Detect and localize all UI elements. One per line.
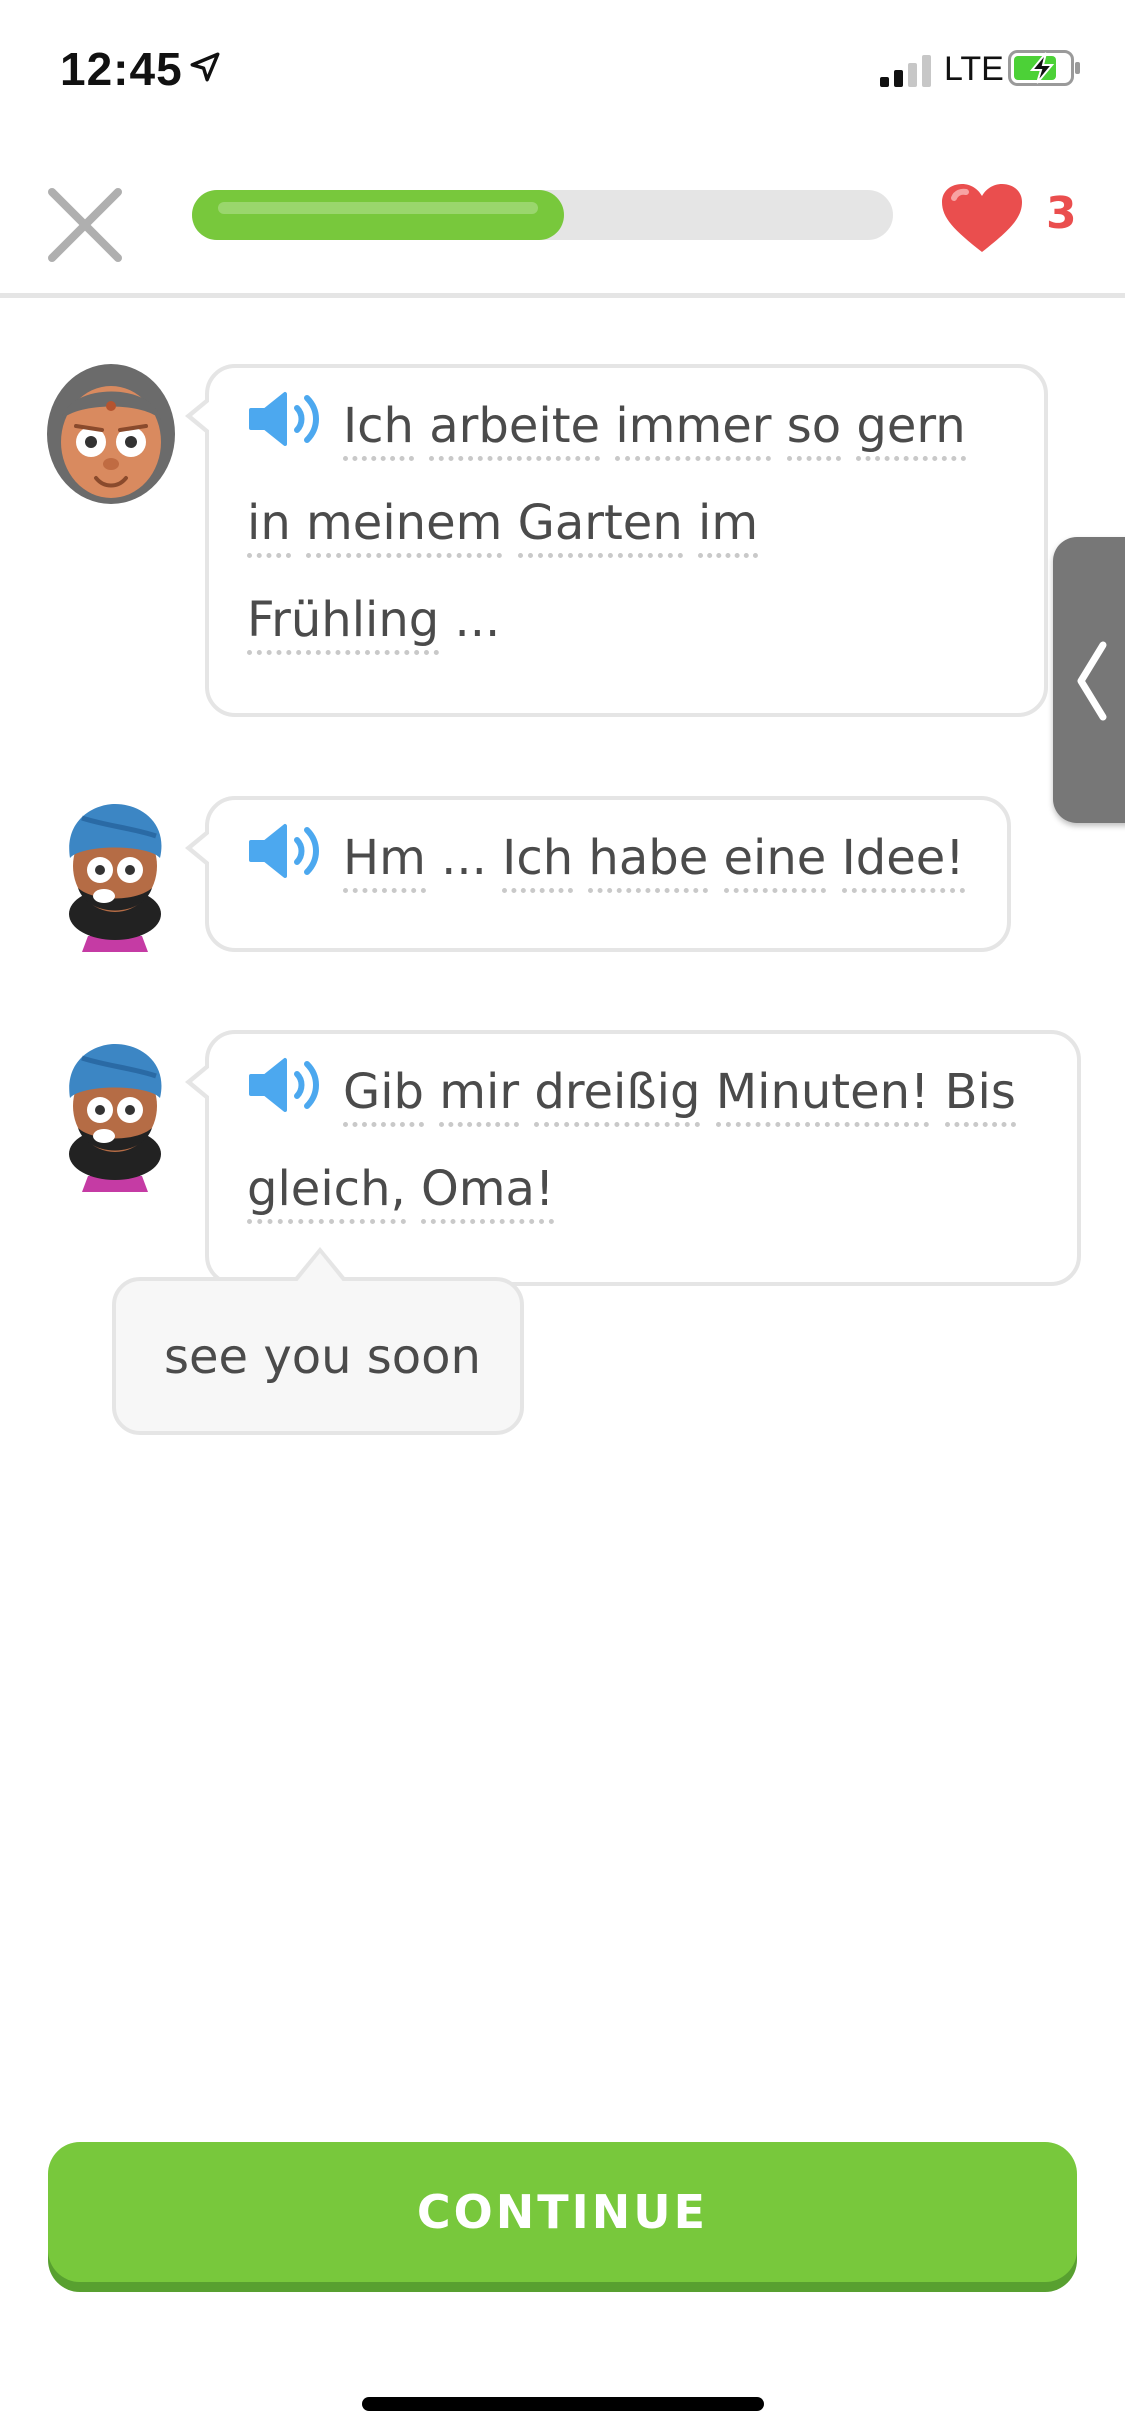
word-token[interactable]: Ich bbox=[502, 830, 574, 893]
progress-fill bbox=[192, 190, 564, 240]
speaker-icon[interactable] bbox=[247, 1056, 323, 1114]
word-token[interactable]: Idee! bbox=[841, 830, 965, 893]
grandma-avatar bbox=[47, 364, 175, 504]
signal-icon bbox=[880, 55, 931, 87]
lesson-header: 3 bbox=[0, 150, 1125, 295]
close-icon[interactable] bbox=[40, 180, 130, 270]
message-text: Hm ... Ich habe eine Idee! bbox=[247, 810, 971, 907]
word-token[interactable]: gleich, bbox=[247, 1161, 406, 1224]
tooltip-arrow-inner bbox=[295, 1253, 345, 1284]
speaker-icon[interactable] bbox=[247, 390, 323, 448]
word-token[interactable]: Garten bbox=[517, 495, 683, 558]
message-bubble: Hm ... Ich habe eine Idee! bbox=[185, 796, 1011, 952]
tooltip-text: see you soon bbox=[164, 1329, 481, 1385]
hearts-count: 3 bbox=[1046, 188, 1077, 239]
word-token[interactable]: Ich bbox=[343, 398, 414, 461]
message-text: Gib mir dreißig Minuten! Bis gleich, Oma! bbox=[247, 1044, 1041, 1238]
translation-tooltip: see you soon bbox=[112, 1247, 524, 1435]
battery-charging-icon bbox=[1008, 50, 1080, 86]
word-token[interactable]: im bbox=[698, 495, 759, 558]
status-time: 12:45 bbox=[60, 43, 183, 95]
word-token[interactable]: Oma! bbox=[421, 1161, 555, 1224]
word-token[interactable]: Frühling bbox=[247, 592, 440, 655]
word-token[interactable]: habe bbox=[588, 830, 709, 893]
home-indicator[interactable] bbox=[362, 2397, 764, 2411]
network-label: LTE bbox=[944, 50, 1004, 88]
side-panel-tab[interactable] bbox=[1053, 537, 1125, 823]
boy-avatar bbox=[69, 804, 162, 952]
word-token[interactable]: Minuten! bbox=[715, 1064, 930, 1127]
word-token[interactable]: eine bbox=[723, 830, 827, 893]
word-token[interactable]: gern bbox=[856, 398, 966, 461]
word-token[interactable]: mir bbox=[439, 1064, 520, 1127]
continue-button[interactable]: CONTINUE bbox=[48, 2142, 1077, 2282]
location-arrow-icon bbox=[190, 52, 220, 82]
word-token: ... bbox=[441, 830, 487, 886]
speaker-icon[interactable] bbox=[247, 822, 323, 880]
word-token[interactable]: dreißig bbox=[534, 1064, 701, 1127]
word-token[interactable]: immer bbox=[615, 398, 772, 461]
message-text: Ich arbeite immer so gern in meinem Garte… bbox=[247, 378, 1008, 669]
word-token[interactable]: Hm bbox=[343, 830, 426, 893]
word-token[interactable]: arbeite bbox=[429, 398, 601, 461]
header-divider bbox=[0, 293, 1125, 298]
word-token[interactable]: in bbox=[247, 495, 291, 558]
chevron-left-icon bbox=[1077, 641, 1107, 721]
boy-avatar bbox=[69, 1044, 162, 1192]
word-token: ... bbox=[454, 592, 501, 648]
heart-icon bbox=[942, 184, 1022, 252]
word-token[interactable]: so bbox=[786, 398, 842, 461]
continue-label: CONTINUE bbox=[416, 2185, 709, 2239]
word-token[interactable]: Bis bbox=[944, 1064, 1016, 1127]
message-bubble: Ich arbeite immer so gern in meinem Garte… bbox=[185, 364, 1048, 717]
lesson-progress-bar bbox=[192, 190, 893, 240]
word-token[interactable]: meinem bbox=[306, 495, 503, 558]
word-token[interactable]: Gib bbox=[343, 1064, 424, 1127]
status-bar: 12:45 LTE bbox=[0, 0, 1125, 135]
